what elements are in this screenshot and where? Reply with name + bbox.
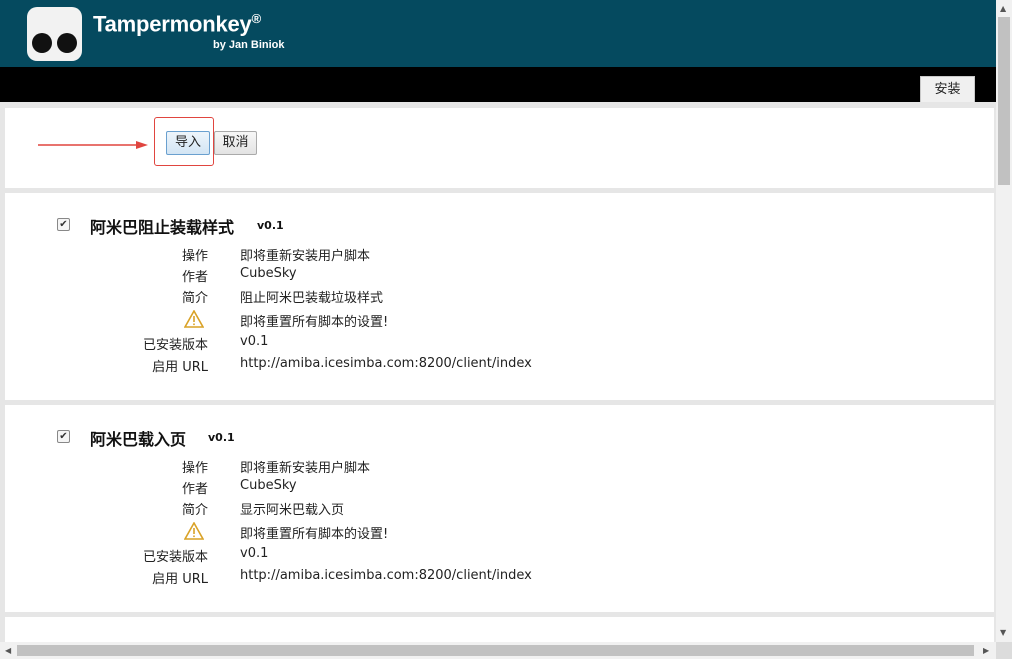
enabled-url-value: http://amiba.icesimba.com:8200/client/in… bbox=[240, 356, 532, 371]
tab-bar bbox=[0, 67, 996, 102]
scroll-down-icon[interactable]: ▼ bbox=[1000, 628, 1006, 638]
tampermonkey-logo-icon bbox=[27, 7, 82, 61]
horizontal-scroll-thumb[interactable] bbox=[17, 645, 974, 656]
app-title: Tampermonkey® bbox=[93, 11, 261, 37]
cancel-button[interactable]: 取消 bbox=[214, 131, 257, 155]
author-label: 作者 bbox=[181, 482, 208, 497]
enabled-url-label: 启用 URL bbox=[152, 360, 208, 375]
description-value: 阻止阿米巴装载垃圾样式 bbox=[240, 291, 384, 306]
script-version: v0.1 bbox=[257, 219, 284, 232]
warning-triangle-icon bbox=[84, 310, 204, 332]
app-subtitle: by Jan Biniok bbox=[213, 39, 285, 51]
vertical-scroll-thumb[interactable] bbox=[998, 17, 1010, 185]
import-button[interactable]: 导入 bbox=[166, 131, 210, 155]
operation-value: 即将重新安装用户脚本 bbox=[240, 461, 371, 476]
scroll-left-icon[interactable]: ◀ bbox=[5, 646, 11, 656]
tab-install[interactable]: 安装 bbox=[920, 76, 975, 102]
script-name: 阿米巴载入页 bbox=[90, 430, 187, 449]
script-version: v0.1 bbox=[208, 431, 235, 444]
warning-triangle-icon bbox=[84, 522, 204, 544]
scrollbar-corner bbox=[996, 642, 1012, 659]
description-label: 简介 bbox=[181, 291, 208, 306]
installed-version-value: v0.1 bbox=[240, 546, 269, 561]
author-label: 作者 bbox=[181, 270, 208, 285]
operation-value: 即将重新安装用户脚本 bbox=[240, 249, 371, 264]
operation-label: 操作 bbox=[181, 249, 208, 264]
script-enable-checkbox[interactable]: ✔ bbox=[57, 430, 70, 443]
installed-version-value: v0.1 bbox=[240, 334, 269, 349]
annotation-arrow-icon bbox=[38, 141, 148, 149]
warning-text: 即将重置所有脚本的设置! bbox=[240, 315, 389, 330]
enabled-url-value: http://amiba.icesimba.com:8200/client/in… bbox=[240, 568, 532, 583]
author-value: CubeSky bbox=[240, 266, 297, 281]
enabled-url-label: 启用 URL bbox=[152, 572, 208, 587]
scroll-right-icon[interactable]: ▶ bbox=[983, 646, 989, 656]
script-enable-checkbox[interactable]: ✔ bbox=[57, 218, 70, 231]
warning-text: 即将重置所有脚本的设置! bbox=[240, 527, 389, 542]
script-name: 阿米巴阻止装载样式 bbox=[90, 218, 235, 237]
installed-version-label: 已安装版本 bbox=[142, 550, 208, 565]
description-label: 简介 bbox=[181, 503, 208, 518]
description-value: 显示阿米巴载入页 bbox=[240, 503, 345, 518]
author-value: CubeSky bbox=[240, 478, 297, 493]
app-header: Tampermonkey® by Jan Biniok bbox=[0, 0, 996, 67]
installed-version-label: 已安装版本 bbox=[142, 338, 208, 353]
scroll-up-icon[interactable]: ▲ bbox=[1000, 4, 1006, 14]
operation-label: 操作 bbox=[181, 461, 208, 476]
